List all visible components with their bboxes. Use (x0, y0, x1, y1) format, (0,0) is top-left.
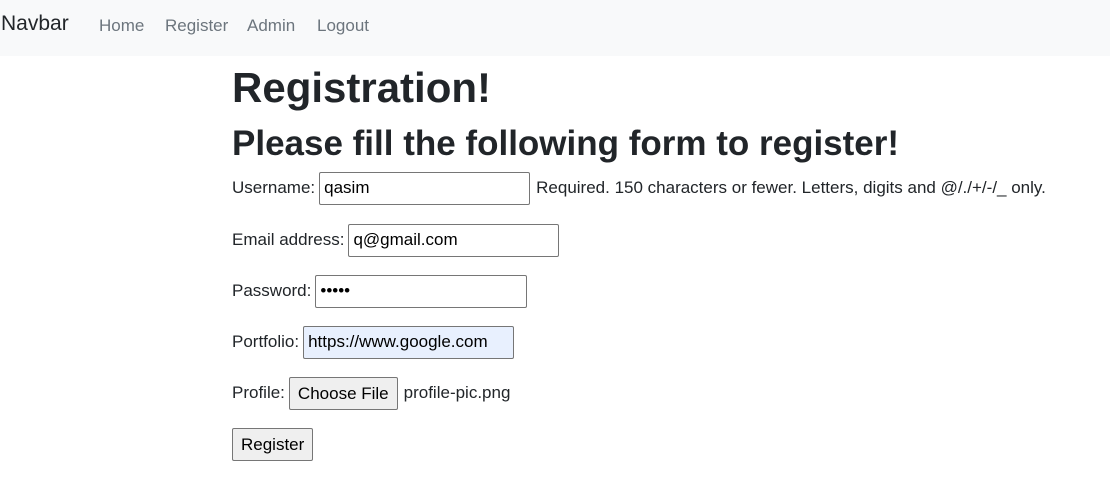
navbar-brand[interactable]: Navbar (1, 12, 69, 36)
portfolio-label: Portfolio: (232, 332, 300, 351)
email-row: Email address: (232, 223, 560, 257)
password-label: Password: (232, 281, 312, 300)
nav-link-admin[interactable]: Admin (247, 16, 295, 36)
profile-label: Profile: (232, 383, 285, 402)
page-subtitle: Please fill the following form to regist… (232, 124, 900, 163)
nav-link-home[interactable]: Home (99, 16, 144, 36)
page-title: Registration! (232, 64, 492, 111)
portfolio-row: Portfolio: (232, 325, 515, 359)
username-help-text: Required. 150 characters or fewer. Lette… (536, 178, 1046, 197)
nav-link-logout[interactable]: Logout (317, 16, 369, 36)
username-field[interactable] (319, 171, 531, 205)
password-row: Password: (232, 274, 528, 308)
username-label: Username: (232, 178, 316, 197)
navbar: Navbar Home Register Admin Logout (0, 0, 1110, 56)
register-button[interactable]: Register (232, 428, 314, 461)
submit-row: Register (232, 428, 314, 461)
portfolio-field[interactable] (303, 325, 515, 359)
username-row: Username: Required. 150 characters or fe… (232, 171, 1046, 205)
email-field[interactable] (348, 223, 560, 257)
password-field[interactable] (315, 274, 528, 308)
selected-filename: profile-pic.png (403, 383, 511, 402)
choose-file-button[interactable]: Choose File (288, 376, 398, 410)
email-label: Email address: (232, 230, 345, 249)
profile-row: Profile: Choose File profile-pic.png (232, 376, 510, 410)
nav-link-register[interactable]: Register (165, 16, 228, 36)
